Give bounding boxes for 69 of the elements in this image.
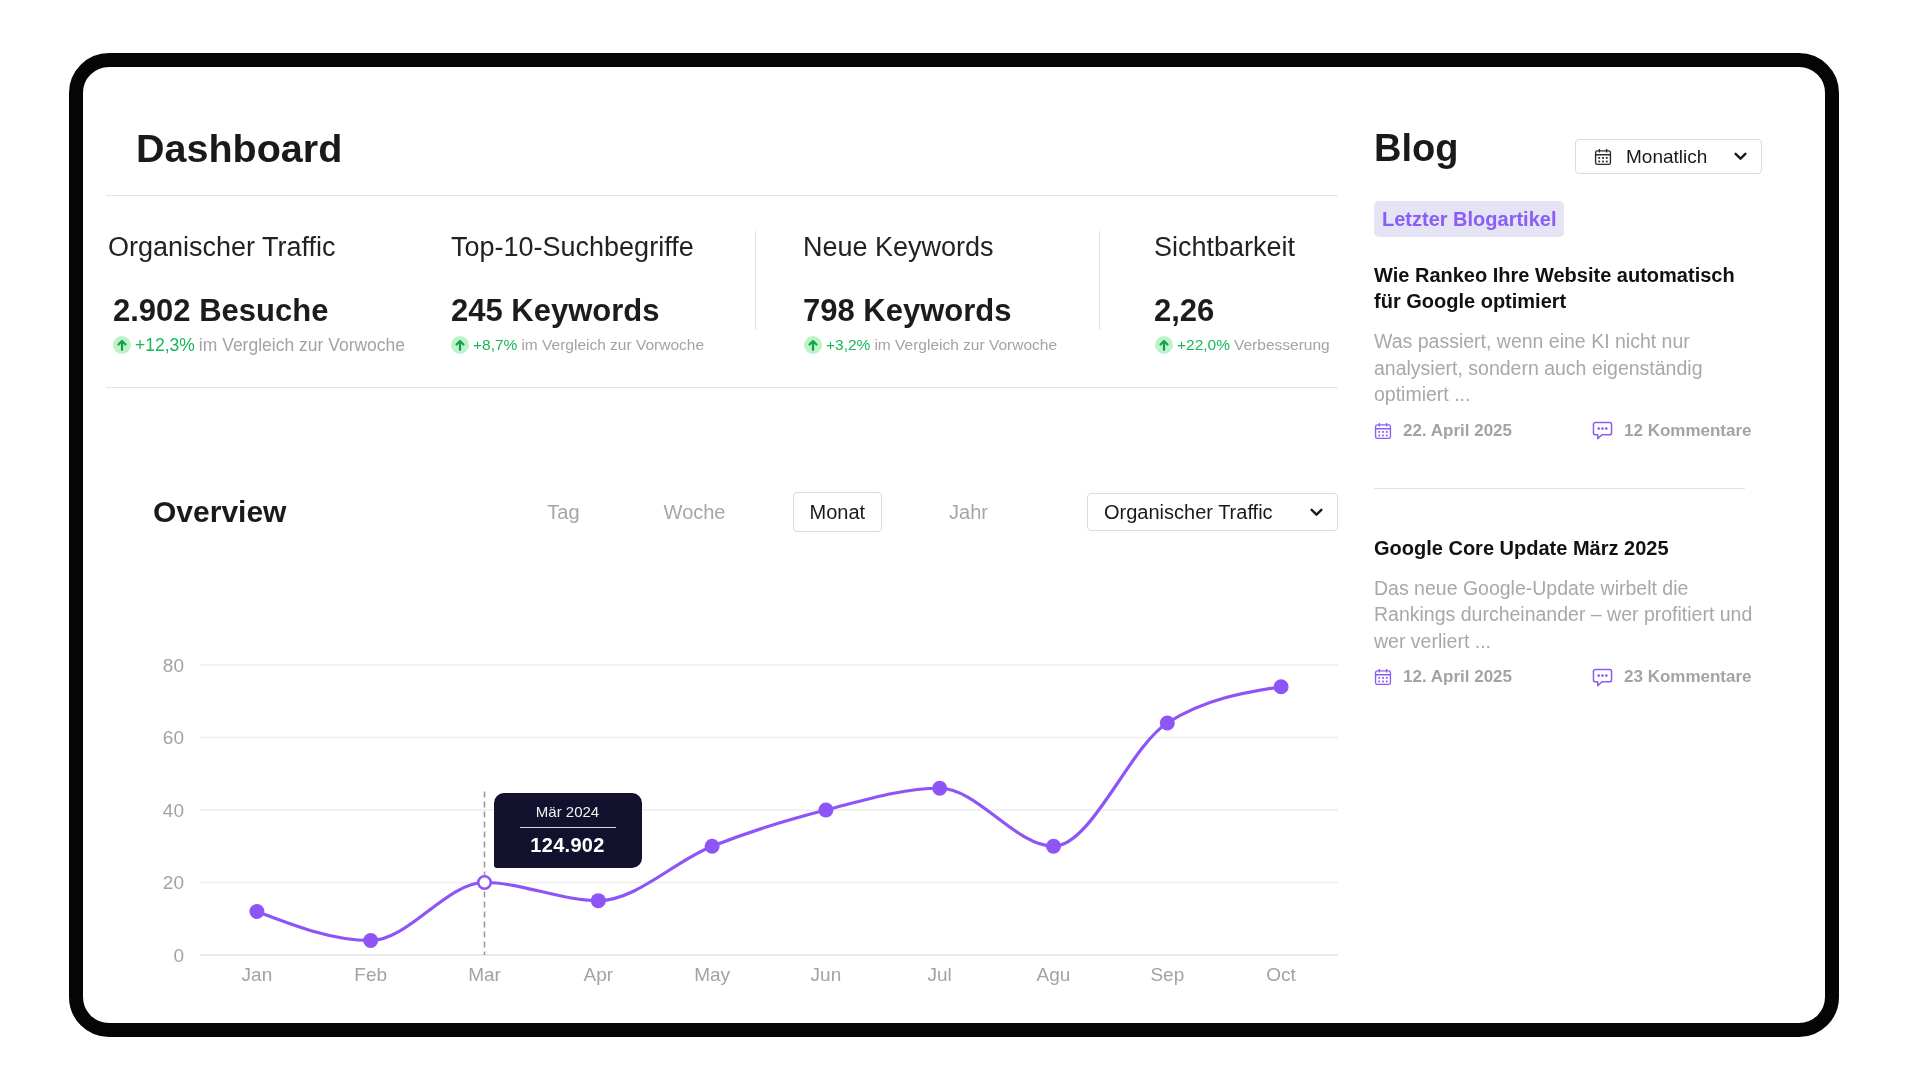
arrow-up-icon — [451, 336, 469, 354]
x-axis-label: May — [694, 963, 731, 985]
data-point[interactable] — [363, 933, 379, 948]
y-axis-label: 40 — [162, 799, 184, 821]
period-dropdown[interactable]: Monatlich — [1575, 139, 1762, 174]
tooltip-date: Mär 2024 — [535, 802, 600, 821]
calendar-icon — [1374, 668, 1392, 686]
stat-value: 245 Keywords — [451, 292, 660, 330]
x-axis-label: Oct — [1266, 963, 1296, 985]
metric-dropdown[interactable]: Organischer Traffic — [1087, 493, 1338, 531]
highlighted-data-point[interactable] — [476, 874, 493, 891]
x-axis-label: Feb — [354, 963, 388, 985]
y-axis-label: 60 — [162, 727, 184, 748]
data-point[interactable] — [1273, 679, 1289, 695]
change-note: im Vergleich zur Vorwoche — [198, 335, 406, 355]
speech-bubble-icon — [1592, 421, 1613, 440]
calendar-icon — [1594, 147, 1612, 166]
chevron-down-icon — [1734, 152, 1747, 161]
x-axis-label: Mar — [468, 963, 501, 985]
data-point[interactable] — [249, 904, 265, 919]
y-axis-label: 0 — [173, 944, 184, 966]
x-axis-label: Jul — [927, 963, 952, 985]
data-point[interactable] — [1159, 715, 1175, 731]
stat-value: 798 Keywords — [803, 292, 1012, 330]
change-note: im Vergleich zur Vorwoche — [874, 335, 1058, 355]
y-axis-label: 80 — [162, 654, 184, 676]
section-title: Overview — [153, 494, 287, 530]
chevron-down-icon — [1310, 507, 1323, 517]
comment-count: 12 Kommentare — [1624, 419, 1752, 442]
tooltip-value: 124.902 — [530, 832, 605, 858]
stat-label: Sichtbarkeit — [1154, 231, 1296, 263]
x-axis-label: Sep — [1150, 963, 1185, 985]
article-date: 12. April 2025 — [1403, 666, 1512, 688]
period-tab[interactable]: Monat — [792, 492, 883, 532]
article-title[interactable]: Wie Rankeo Ihre Website automatisch für Google optimiert — [1374, 262, 1764, 314]
article-excerpt: Was passiert, wenn eine KI nicht nur analysiert, sondern auch eigenständig optimiert ... — [1374, 329, 1704, 407]
data-point[interactable] — [590, 893, 606, 909]
x-axis-label: Agu — [1036, 963, 1071, 985]
article-excerpt: Das neue Google-Update wirbelt die Rankings durcheinander – wer profitiert und wer verliert ... — [1374, 575, 1754, 654]
stat-value: 2,26 — [1154, 292, 1215, 330]
change-percent: +3,2% — [826, 335, 871, 355]
speech-bubble-icon — [1592, 667, 1613, 687]
arrow-up-icon — [113, 336, 131, 354]
arrow-up-icon — [804, 336, 822, 354]
comment-count: 23 Kommentare — [1624, 666, 1752, 688]
page-title: Dashboard — [136, 125, 343, 172]
change-percent: +12,3% — [135, 335, 195, 355]
section-title: Blog — [1374, 126, 1459, 171]
x-axis-label: Apr — [583, 963, 614, 985]
x-axis-label: Jan — [241, 963, 273, 985]
calendar-icon — [1374, 421, 1392, 440]
article-date: 22. April 2025 — [1403, 419, 1512, 442]
x-axis-label: Jun — [810, 963, 842, 985]
category-badge: Letzter Blogartikel — [1374, 201, 1565, 237]
article-title[interactable]: Google Core Update März 2025 — [1374, 534, 1669, 561]
stat-label: Top-10-Suchbegriffe — [451, 231, 694, 263]
change-percent: +22,0% — [1177, 335, 1230, 355]
stat-label: Organischer Traffic — [108, 231, 336, 263]
stat-label: Neue Keywords — [803, 231, 994, 263]
data-point[interactable] — [1046, 838, 1061, 854]
change-note: im Vergleich zur Vorwoche — [521, 335, 705, 355]
y-axis-label: 20 — [162, 872, 184, 893]
data-point[interactable] — [932, 780, 948, 796]
data-point[interactable] — [818, 802, 834, 818]
arrow-up-icon — [1155, 336, 1173, 354]
change-percent: +8,7% — [473, 335, 518, 355]
data-point[interactable] — [704, 838, 720, 854]
stat-value: 2.902 Besuche — [113, 292, 329, 330]
change-note: Verbesserung — [1234, 335, 1330, 355]
